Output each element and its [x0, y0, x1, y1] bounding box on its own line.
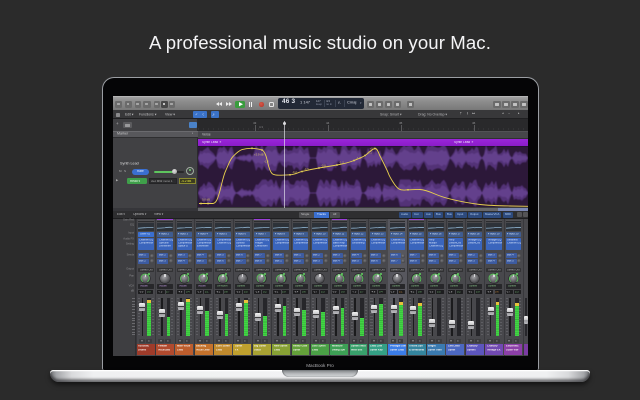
svg-text:0.0 dB: 0.0 dB: [202, 198, 210, 202]
svg-text:-0.2: -0.2: [292, 170, 297, 174]
svg-text:-0.8: -0.8: [321, 164, 326, 168]
svg-text:-1.6: -1.6: [356, 156, 361, 160]
svg-text:-0.5: -0.5: [304, 167, 309, 171]
svg-text:-1.2: -1.2: [339, 161, 344, 165]
svg-text:-2.1: -2.1: [367, 151, 372, 155]
svg-text:-1.0: -1.0: [264, 160, 269, 164]
svg-text:+0.2: +0.2: [369, 147, 375, 151]
svg-text:+2.9 dB: +2.9 dB: [254, 153, 264, 157]
